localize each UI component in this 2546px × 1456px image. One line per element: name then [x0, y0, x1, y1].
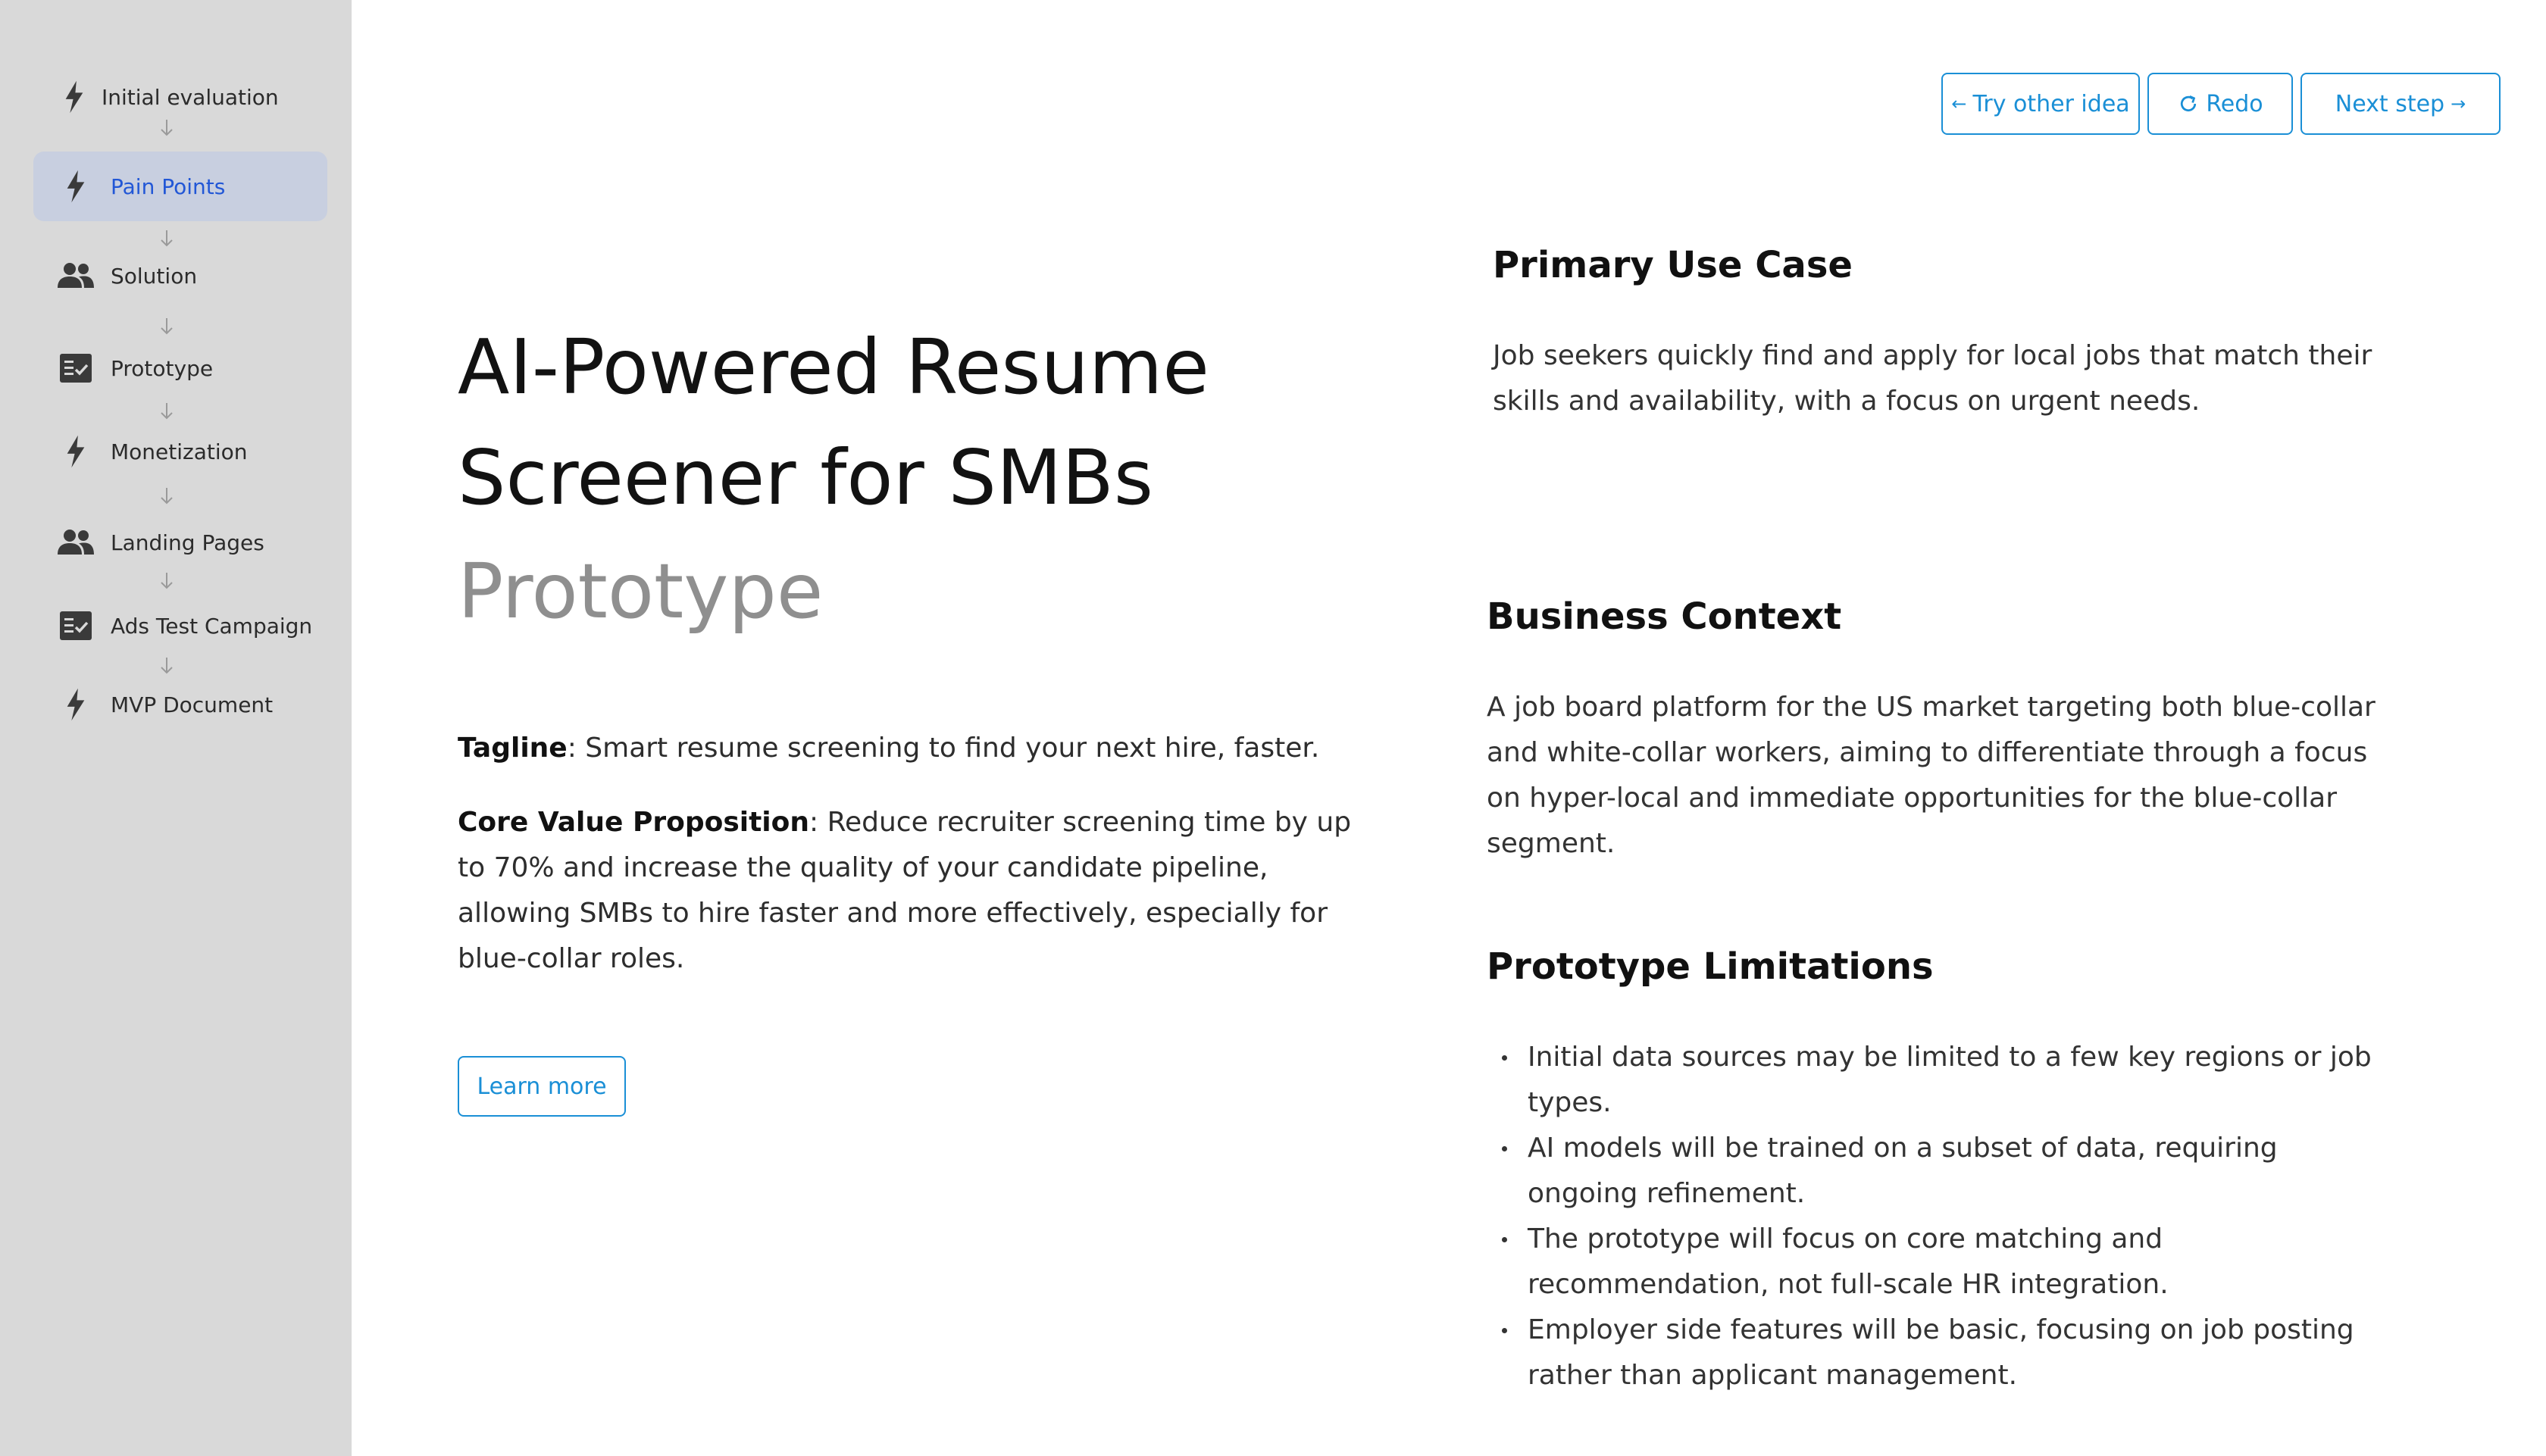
sidebar-item-monetization[interactable]: Monetization	[33, 417, 327, 486]
people-icon	[55, 255, 97, 297]
arrow-down-icon	[158, 486, 176, 508]
sidebar-item-mvp-document[interactable]: MVP Document	[33, 670, 327, 739]
list-item: AI models will be trained on a subset of…	[1487, 1126, 2388, 1217]
bullet-icon	[1502, 1328, 1507, 1333]
page-title-line-2: Screener for SMBs	[458, 433, 1153, 522]
sidebar-item-label: MVP Document	[111, 692, 274, 717]
redo-button[interactable]: Redo	[2147, 73, 2293, 135]
sidebar-item-label: Pain Points	[111, 173, 226, 199]
core-value-proposition: Core Value Proposition: Reduce recruiter…	[458, 800, 1359, 982]
tagline-text: : Smart resume screening to find your ne…	[567, 733, 1320, 764]
list-item: Employer side features will be basic, fo…	[1487, 1308, 2388, 1398]
prototype-limitations-heading: Prototype Limitations	[1487, 945, 1934, 988]
business-context-body: A job board platform for the US market t…	[1487, 692, 2376, 859]
page-title-line-1: AI-Powered Resume	[458, 323, 1209, 411]
prototype-limitations-list: Initial data sources may be limited to a…	[1487, 1035, 2388, 1398]
arrow-right-icon: →	[2451, 93, 2466, 114]
sidebar-item-ads-test-campaign[interactable]: Ads Test Campaign	[33, 591, 327, 661]
sidebar-item-label: Ads Test Campaign	[111, 613, 313, 639]
bullet-icon	[1502, 1237, 1507, 1242]
arrow-down-icon	[158, 118, 176, 139]
next-step-button[interactable]: Next step →	[2300, 73, 2501, 135]
arrow-left-icon: ←	[1951, 93, 1967, 114]
sidebar-item-prototype[interactable]: Prototype	[33, 333, 327, 403]
refresh-icon	[2177, 92, 2200, 115]
sidebar: Initial evaluation Pain Points Solution	[0, 0, 352, 1456]
business-context-heading: Business Context	[1487, 595, 1842, 638]
primary-use-case-body: Job seekers quickly find and apply for l…	[1493, 340, 2372, 417]
sidebar-item-label: Monetization	[111, 439, 248, 464]
checklist-icon	[55, 347, 97, 389]
sidebar-item-label: Solution	[111, 263, 198, 289]
list-item: Initial data sources may be limited to a…	[1487, 1035, 2388, 1126]
list-item: The prototype will focus on core matchin…	[1487, 1217, 2388, 1308]
sidebar-item-solution[interactable]: Solution	[33, 241, 327, 311]
checklist-icon	[55, 605, 97, 647]
sidebar-item-pain-points[interactable]: Pain Points	[33, 152, 327, 221]
bolt-icon	[55, 430, 97, 473]
sidebar-item-landing-pages[interactable]: Landing Pages	[33, 508, 327, 577]
bolt-icon	[55, 165, 97, 208]
try-other-idea-button[interactable]: ← Try other idea	[1941, 73, 2140, 135]
bolt-icon	[55, 683, 97, 726]
people-icon	[55, 521, 97, 564]
bullet-icon	[1502, 1146, 1507, 1151]
page-subtitle: Prototype	[458, 547, 824, 636]
bolt-icon	[53, 76, 95, 118]
learn-more-button[interactable]: Learn more	[458, 1056, 626, 1117]
tagline: Tagline: Smart resume screening to find …	[458, 726, 1359, 771]
sidebar-item-label: Initial evaluation	[102, 84, 279, 110]
bullet-icon	[1502, 1055, 1507, 1061]
sidebar-item-initial-evaluation[interactable]: Initial evaluation	[33, 62, 327, 132]
cvp-label: Core Value Proposition	[458, 807, 810, 838]
sidebar-item-label: Prototype	[111, 355, 214, 381]
sidebar-item-label: Landing Pages	[111, 530, 264, 555]
primary-use-case-heading: Primary Use Case	[1493, 244, 1853, 286]
arrow-down-icon	[158, 571, 176, 592]
tagline-label: Tagline	[458, 733, 568, 764]
